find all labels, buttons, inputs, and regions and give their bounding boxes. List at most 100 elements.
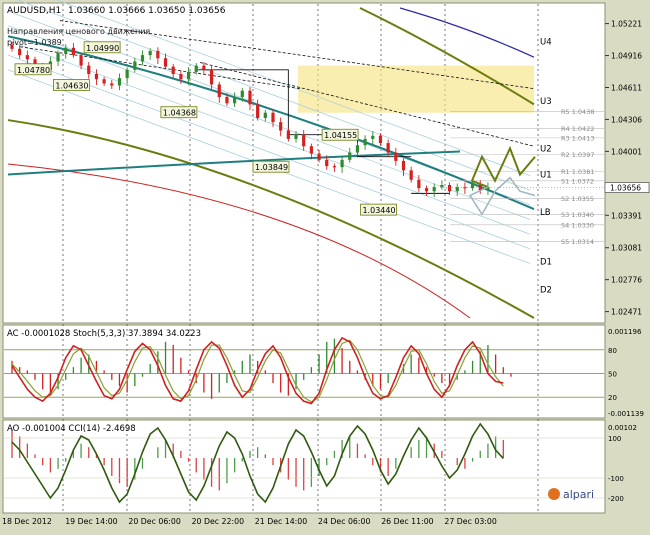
price-chart-svg[interactable]: 1.05221 1.04916 1.04611 1.04306 1.04001 1.033… (0, 0, 650, 531)
candle-body (163, 58, 168, 67)
candle-body (79, 55, 83, 66)
ac-stoch-axis-label: 80 (608, 347, 617, 355)
candle-body (355, 145, 360, 153)
candle-body (25, 55, 29, 60)
candle-body (71, 47, 76, 56)
candle-body (125, 69, 129, 79)
price-annotation-label: 1.03849 (255, 163, 288, 172)
time-axis-label: 20 Dec 06:00 (128, 517, 180, 526)
level-label: U4 (540, 38, 552, 48)
candle-body (332, 166, 337, 168)
candle-body (256, 104, 260, 118)
candle-body (217, 84, 221, 98)
price-annotation-label: 1.04780 (17, 66, 50, 75)
current-price-label: 1.03656 (610, 184, 641, 193)
candle-body (179, 73, 183, 80)
candle-body (117, 78, 122, 86)
candle-body (378, 135, 383, 144)
candle-body (363, 138, 367, 146)
candle-body (271, 112, 275, 123)
pivot-level-label: R1 1.0381 (561, 168, 594, 176)
candle-body (87, 65, 91, 74)
price-axis-label: 1.03081 (611, 244, 642, 253)
trading-terminal: 1.05221 1.04916 1.04611 1.04306 1.04001 1.033… (0, 0, 650, 531)
candle-body (171, 66, 175, 74)
price-annotation-label: 1.04155 (324, 131, 357, 140)
pivot-level-label: R2 1.0397 (561, 151, 594, 159)
candle-body (340, 159, 344, 168)
price-annotation-label: 1.04630 (55, 82, 88, 91)
pivot-level-label: R4 1.0422 (561, 125, 594, 133)
ao-cci-axis-label: -100 (608, 475, 624, 483)
candle-body (394, 152, 398, 161)
candle-body (140, 55, 145, 62)
candle-body (325, 159, 329, 167)
candle-body (409, 170, 413, 180)
level-label: D1 (540, 257, 552, 267)
resistance-zone (298, 65, 534, 113)
ao-cci-axis-label: 100 (608, 435, 621, 443)
ac-stoch-axis-label: 20 (608, 394, 617, 402)
candle-body (94, 73, 99, 80)
candle-body (386, 143, 390, 153)
pivot-level-label: R5 1.0438 (561, 108, 594, 116)
time-axis-label: 26 Dec 11:00 (381, 517, 433, 526)
candle-body (417, 179, 421, 189)
pivot-level-label: S4 1.0330 (561, 221, 594, 229)
candle-body (286, 130, 290, 139)
candle-body (294, 134, 298, 139)
level-label: U3 (540, 97, 552, 107)
price-axis-label: 1.04306 (611, 115, 642, 124)
candle-body (432, 187, 436, 192)
price-axis-label: 1.04001 (611, 147, 642, 156)
price-annotation-label: 1.04368 (163, 109, 196, 118)
ac-stoch-axis-label: 50 (608, 371, 617, 379)
candle-body (348, 152, 352, 160)
ao-cci-title: AO -0.001004 CCI(14) -2.4698 (7, 424, 136, 434)
ao-cci-axis-label: 0.00102 (608, 424, 637, 432)
time-axis-label: 24 Dec 06:00 (318, 517, 370, 526)
candle-body (317, 153, 321, 160)
time-axis-label: 18 Dec 2012 (2, 517, 52, 526)
candle-body (102, 79, 106, 84)
pivot-readout: pivot=1.0389 (7, 38, 62, 47)
candle-body (309, 146, 313, 154)
candle-body (202, 65, 206, 70)
chart-caption: Направления ценового движения (7, 27, 150, 36)
level-label: U1 (540, 171, 552, 181)
candle-body (225, 97, 229, 104)
level-label: D2 (540, 286, 552, 296)
price-axis-label: 1.04916 (611, 52, 642, 61)
chart-ohlc-readout: 1.03660 1.03666 1.03650 1.03656 (68, 6, 226, 16)
price-axis-label: 1.02776 (611, 276, 642, 285)
price-axis-label: 1.02471 (611, 308, 642, 317)
ac-stoch-title: AC -0.0001028 Stoch(5,3,3) 37.3894 34.02… (7, 329, 201, 339)
ao-cci-axis-label: -200 (608, 495, 624, 503)
candle-body (248, 90, 252, 105)
candle-body (133, 61, 137, 70)
pivot-level-label: R3 1.0413 (561, 134, 594, 142)
price-axis-label: 1.03391 (611, 211, 642, 220)
candle-body (279, 122, 283, 131)
level-label: LB (540, 208, 551, 218)
candle-body (18, 48, 22, 56)
candle-body (263, 112, 267, 118)
pivot-level-label: S3 1.0340 (561, 211, 594, 219)
price-annotation-label: 1.04990 (86, 44, 119, 53)
alpari-logo: alpari (548, 488, 594, 501)
price-axis-label: 1.04611 (611, 83, 642, 92)
pivot-level-label: S2 1.0355 (561, 195, 594, 203)
candle-body (209, 69, 214, 85)
candle-body (64, 47, 68, 54)
chart-symbol-title: AUDUSD,H1 (7, 6, 61, 16)
time-axis-label: 19 Dec 14:00 (65, 517, 117, 526)
candle-body (186, 71, 191, 80)
candle-body (156, 50, 160, 59)
svg-text:alpari: alpari (563, 488, 594, 501)
candle-body (110, 83, 114, 86)
candle-body (401, 160, 406, 171)
candle-body (233, 97, 237, 104)
candle-body (240, 90, 244, 98)
price-annotation-label: 1.03440 (362, 206, 395, 215)
pivot-level-label: S1 1.0372 (561, 177, 594, 185)
